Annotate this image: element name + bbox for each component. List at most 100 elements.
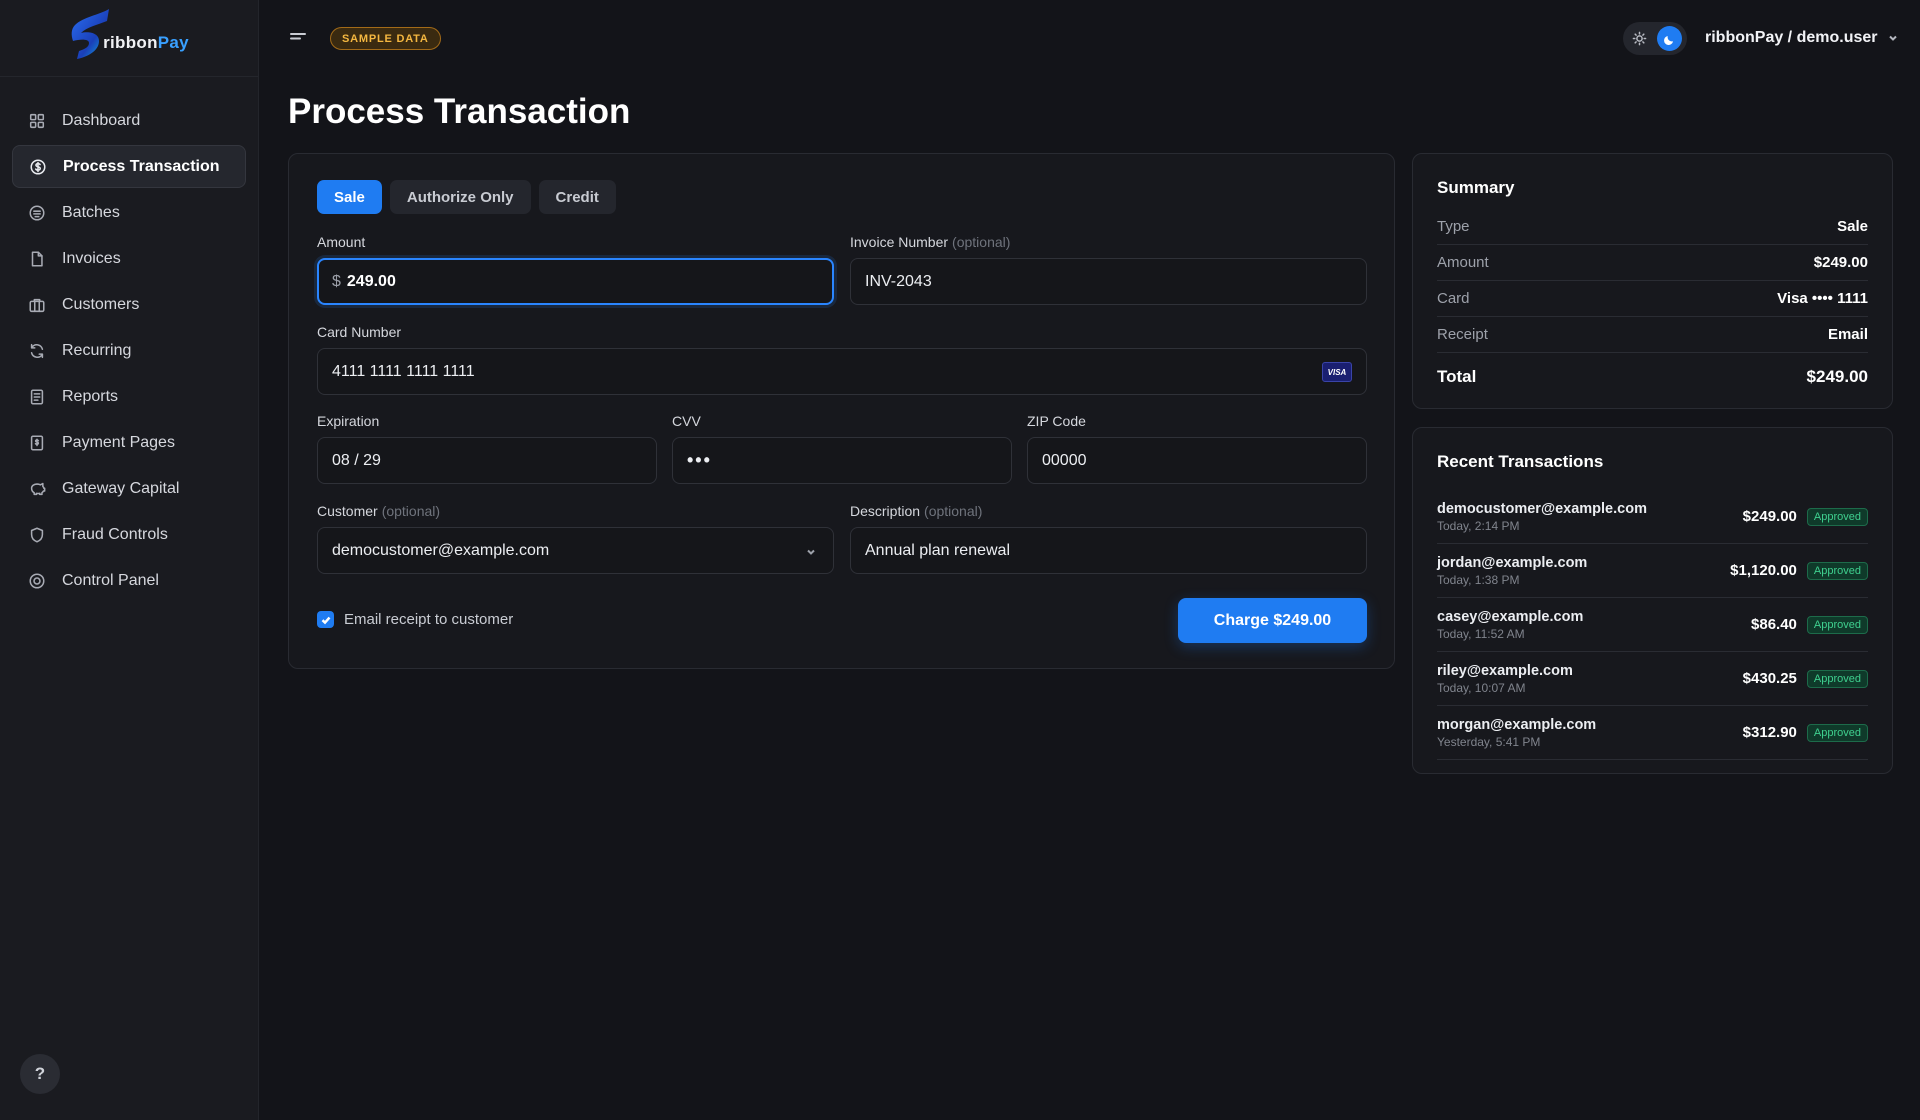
zip-input[interactable]: 00000: [1027, 437, 1367, 484]
summary-rows: Type Sale Amount $249.00 Card Visa •••• 111…: [1437, 209, 1868, 401]
check-icon: [321, 616, 330, 624]
cvv-input[interactable]: •••: [672, 437, 1012, 484]
tab-sale[interactable]: Sale: [317, 180, 382, 214]
transaction-time: Today, 2:14 PM: [1437, 518, 1520, 533]
target-icon: [27, 571, 47, 591]
sidebar-item-payment-pages[interactable]: Payment Pages: [12, 421, 246, 464]
status-badge: Approved: [1806, 723, 1868, 742]
card-number-value: 4111 1111 1111 1111: [332, 362, 475, 380]
transaction-row[interactable]: casey@example.com Today, 11:52 AM $86.40 A…: [1437, 598, 1868, 652]
piggy-bank-icon: [27, 479, 47, 499]
summary-row: Amount $249.00: [1437, 245, 1868, 281]
summary-title: Summary: [1437, 178, 1515, 197]
grid-icon: [27, 111, 47, 131]
tab-authorize-only[interactable]: Authorize Only: [389, 180, 531, 214]
transaction-row[interactable]: democustomer@example.com Today, 2:14 PM $…: [1437, 490, 1868, 544]
transaction-time: Today, 10:07 AM: [1437, 680, 1526, 695]
customer-field: Customer (optional) democustomer@example.…: [317, 503, 834, 574]
sidebar-item-customers[interactable]: Customers: [12, 283, 246, 326]
briefcase-icon: [27, 295, 47, 315]
sun-icon[interactable]: [1627, 27, 1651, 51]
sidebar-item-label: Payment Pages: [62, 433, 175, 451]
invoice-input[interactable]: INV-2043: [850, 258, 1367, 305]
theme-toggle[interactable]: [1623, 22, 1687, 55]
status-badge: Approved: [1806, 615, 1868, 634]
transaction-amount: $249.00: [1742, 508, 1797, 525]
sidebar-item-gateway-capital[interactable]: Gateway Capital: [12, 467, 246, 510]
transaction-email: morgan@example.com: [1437, 716, 1597, 733]
expiration-input[interactable]: 08 / 29: [317, 437, 657, 484]
sidebar-item-reports[interactable]: Reports: [12, 375, 246, 418]
sidebar-item-label: Invoices: [62, 249, 121, 267]
brand-logo[interactable]: ribbonPay: [0, 0, 258, 77]
zip-field: ZIP Code 00000: [1027, 413, 1367, 484]
transaction-type-tabs: Sale Authorize Only Credit: [317, 180, 616, 214]
sidebar-item-label: Process Transaction: [63, 157, 220, 175]
transaction-amount: $86.40: [1751, 616, 1797, 633]
card-number-input[interactable]: 4111 1111 1111 1111 VISA: [317, 348, 1367, 395]
transaction-row[interactable]: morgan@example.com Yesterday, 5:41 PM $31…: [1437, 706, 1868, 760]
card-number-field: Card Number 4111 1111 1111 1111 VISA: [317, 324, 1367, 395]
transaction-email: casey@example.com: [1437, 608, 1584, 625]
description-input[interactable]: Annual plan renewal: [850, 527, 1367, 574]
status-badge: Approved: [1806, 507, 1868, 526]
sidebar-item-label: Customers: [62, 295, 140, 313]
chevron-down-icon: [805, 545, 817, 557]
summary-row: Receipt Email: [1437, 317, 1868, 353]
summary-total: Total $249.00: [1437, 353, 1868, 401]
description-label: Description (optional): [850, 503, 983, 519]
transaction-amount: $430.25: [1742, 670, 1797, 687]
sidebar-item-fraud-controls[interactable]: Fraud Controls: [12, 513, 246, 556]
recent-transactions-title: Recent Transactions: [1437, 452, 1604, 471]
card-number-label: Card Number: [317, 324, 402, 340]
sidebar-item-dashboard[interactable]: Dashboard: [12, 99, 246, 142]
email-receipt-option[interactable]: Email receipt to customer: [317, 611, 513, 628]
summary-row: Type Sale: [1437, 209, 1868, 245]
recent-transactions-panel: Recent Transactions democustomer@example…: [1412, 427, 1893, 774]
zip-value: 00000: [1042, 451, 1087, 469]
transaction-row[interactable]: riley@example.com Today, 10:07 AM $430.25…: [1437, 652, 1868, 706]
sidebar-item-process-transaction[interactable]: Process Transaction: [12, 145, 246, 188]
transaction-email: riley@example.com: [1437, 662, 1573, 679]
total-label: Total: [1437, 367, 1477, 386]
status-badge: Approved: [1806, 669, 1868, 688]
cvv-value: •••: [687, 450, 712, 470]
moon-icon[interactable]: [1657, 26, 1682, 51]
sidebar-item-batches[interactable]: Batches: [12, 191, 246, 234]
sidebar: ribbonPay Dashboard Process Transaction …: [0, 0, 259, 1120]
email-receipt-checkbox[interactable]: [317, 611, 334, 628]
help-button[interactable]: ?: [20, 1054, 60, 1094]
description-value: Annual plan renewal: [865, 541, 1010, 559]
sidebar-item-control-panel[interactable]: Control Panel: [12, 559, 246, 602]
payment-page-icon: [27, 433, 47, 453]
total-value: $249.00: [1806, 367, 1868, 386]
chevron-down-icon: [1889, 35, 1898, 41]
sidebar-item-invoices[interactable]: Invoices: [12, 237, 246, 280]
transaction-time: Yesterday, 5:41 PM: [1437, 734, 1541, 749]
sidebar-item-recurring[interactable]: Recurring: [12, 329, 246, 372]
dollar-circle-icon: [28, 157, 48, 177]
transaction-amount: $1,120.00: [1730, 562, 1797, 579]
customer-select[interactable]: democustomer@example.com: [317, 527, 834, 574]
customer-value: democustomer@example.com: [332, 541, 550, 559]
expiration-field: Expiration 08 / 29: [317, 413, 657, 484]
sidebar-item-label: Recurring: [62, 341, 132, 359]
document-icon: [27, 249, 47, 269]
transaction-email: democustomer@example.com: [1437, 500, 1647, 517]
expiration-value: 08 / 29: [332, 451, 381, 469]
transaction-amount: $312.90: [1742, 724, 1797, 741]
sidebar-item-label: Reports: [62, 387, 119, 405]
email-receipt-label: Email receipt to customer: [344, 611, 514, 628]
customer-label: Customer (optional): [317, 503, 441, 519]
transaction-row[interactable]: jordan@example.com Today, 1:38 PM $1,120.…: [1437, 544, 1868, 598]
menu-toggle-icon[interactable]: [288, 28, 308, 48]
sidebar-item-label: Fraud Controls: [62, 525, 168, 543]
amount-input[interactable]: $ 249.00: [317, 258, 834, 305]
account-menu[interactable]: ribbonPay / demo.user: [1705, 29, 1899, 47]
invoice-value: INV-2043: [865, 272, 932, 290]
transaction-form: Sale Authorize Only Credit Amount $ 249.…: [288, 153, 1395, 669]
charge-button[interactable]: Charge $249.00: [1178, 598, 1367, 643]
transaction-time: Today, 11:52 AM: [1437, 626, 1525, 641]
tab-credit[interactable]: Credit: [538, 180, 616, 214]
cvv-label: CVV: [672, 413, 701, 429]
